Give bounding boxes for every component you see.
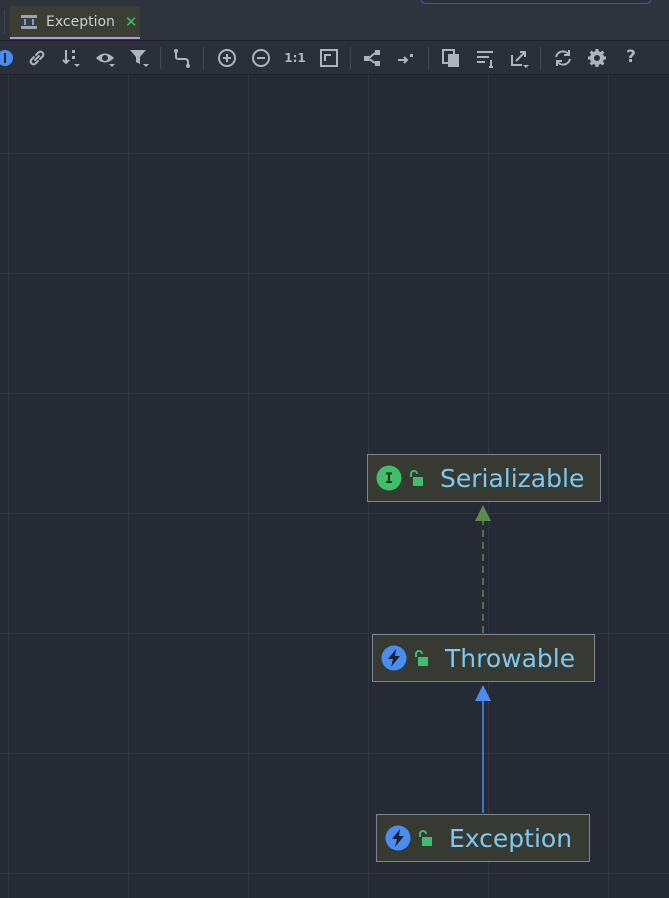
diagram-edges <box>475 505 491 813</box>
node-label: Throwable <box>445 643 576 673</box>
node-exception[interactable]: Exception <box>376 814 590 862</box>
extends-arrowhead <box>475 685 491 701</box>
class-icon <box>381 645 407 671</box>
svg-text:I: I <box>385 471 393 487</box>
implements-arrowhead <box>475 505 491 521</box>
node-label: Serializable <box>440 463 585 493</box>
public-lock-icon <box>410 470 423 486</box>
node-serializable[interactable]: I Serializable <box>367 454 601 502</box>
node-throwable[interactable]: Throwable <box>372 634 595 682</box>
public-lock-icon <box>415 650 428 666</box>
public-lock-icon <box>419 830 432 846</box>
class-icon <box>385 825 411 851</box>
interface-icon: I <box>376 465 402 491</box>
node-label: Exception <box>449 823 573 853</box>
